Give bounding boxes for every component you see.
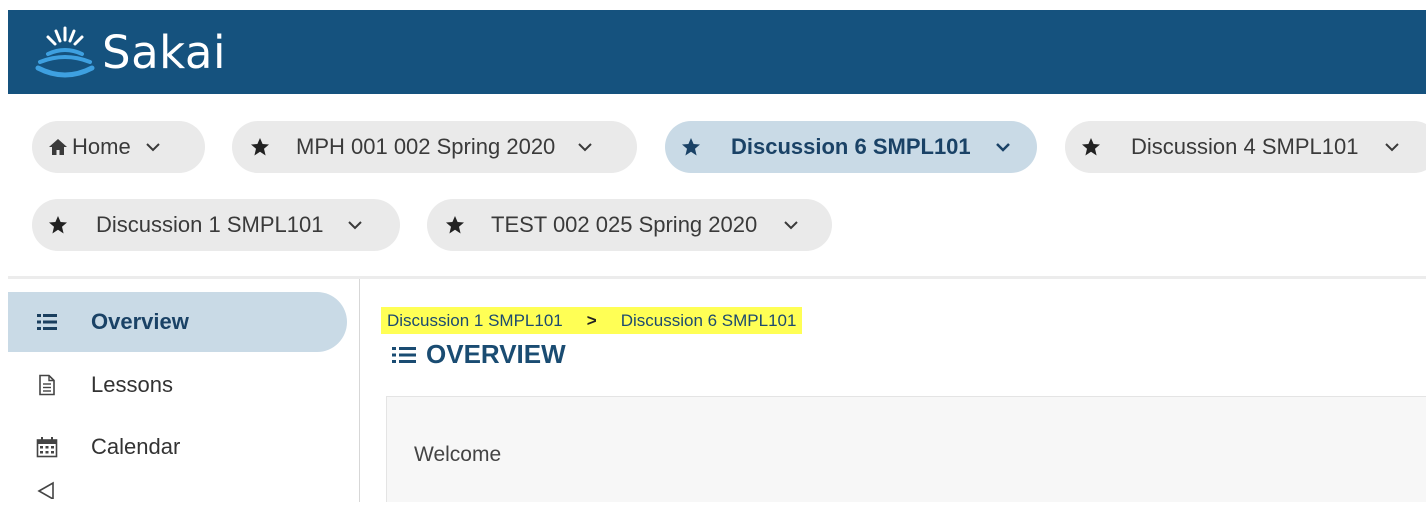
welcome-text: Welcome [414, 443, 502, 466]
site-tab-label: TEST 002 025 Spring 2020 [491, 212, 758, 237]
site-tab-discussion-4[interactable]: Discussion 4 SMPL101 [1065, 121, 1426, 173]
star-icon[interactable] [681, 137, 701, 157]
sidebar-item-overview[interactable]: Overview [8, 292, 347, 352]
overview-panel: Welcome [386, 396, 1426, 502]
breadcrumb: Discussion 1 SMPL101 > Discussion 6 SMPL… [381, 307, 803, 334]
chevron-down-icon[interactable] [577, 142, 593, 152]
brand-name: Sakai [102, 25, 226, 79]
breadcrumb-separator: > [586, 310, 597, 330]
sidebar-item-label: Calendar [91, 434, 181, 459]
list-icon [37, 314, 57, 330]
sakai-logo-icon [35, 26, 95, 78]
star-icon[interactable] [250, 137, 270, 157]
sakai-logo[interactable]: Sakai [34, 22, 226, 82]
sidebar-item-label: Overview [91, 309, 189, 334]
chevron-down-icon[interactable] [783, 220, 799, 230]
sidebar-item-partial[interactable] [8, 477, 347, 507]
sidebar-item-lessons[interactable]: Lessons [8, 355, 347, 415]
site-tab-label: MPH 001 002 Spring 2020 [296, 134, 556, 159]
site-tab-label: Discussion 4 SMPL101 [1131, 134, 1359, 159]
site-tab-discussion-1[interactable]: Discussion 1 SMPL101 [32, 199, 400, 251]
breadcrumb-current-discussion-6[interactable]: Discussion 6 SMPL101 [621, 311, 797, 331]
site-tab-home[interactable]: Home [32, 121, 205, 173]
page-title-text: OVERVIEW [426, 339, 566, 369]
tool-sidebar: Overview Lessons Calendar [8, 279, 360, 502]
site-tab-label: Home [72, 134, 131, 159]
list-icon [392, 346, 416, 363]
breadcrumb-link-discussion-1[interactable]: Discussion 1 SMPL101 [387, 311, 563, 331]
sidebar-item-calendar[interactable]: Calendar [8, 417, 347, 477]
star-icon[interactable] [48, 215, 68, 235]
site-tab-discussion-6[interactable]: Discussion 6 SMPL101 [665, 121, 1037, 173]
sidebar-item-label: Lessons [91, 372, 173, 397]
star-icon[interactable] [445, 215, 465, 235]
chevron-down-icon[interactable] [995, 142, 1011, 152]
top-header: Sakai [8, 10, 1426, 94]
page-title: OVERVIEW [392, 339, 566, 370]
document-icon [39, 374, 55, 396]
chevron-down-icon[interactable] [1384, 142, 1400, 152]
star-icon[interactable] [1081, 137, 1101, 157]
chevron-down-icon[interactable] [145, 142, 161, 152]
megaphone-icon [37, 481, 54, 499]
home-icon [49, 139, 67, 155]
calendar-icon [36, 437, 58, 458]
site-tab-mph-001[interactable]: MPH 001 002 Spring 2020 [232, 121, 637, 173]
site-tab-test-002[interactable]: TEST 002 025 Spring 2020 [427, 199, 832, 251]
site-tab-label: Discussion 1 SMPL101 [96, 212, 324, 237]
chevron-down-icon[interactable] [347, 220, 363, 230]
site-tab-label: Discussion 6 SMPL101 [731, 134, 971, 159]
